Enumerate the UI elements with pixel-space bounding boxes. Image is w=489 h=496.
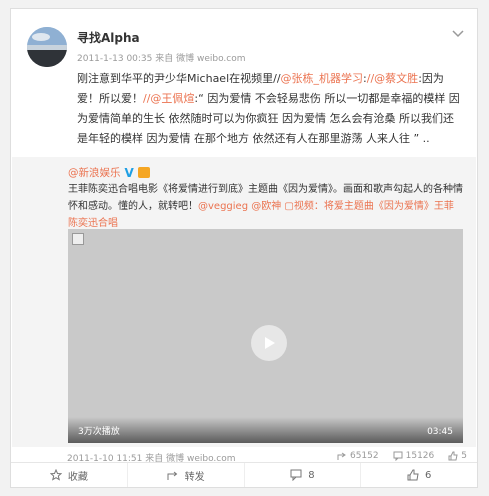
repost-count[interactable]: 65152 xyxy=(337,451,379,461)
username[interactable]: 寻找Alpha xyxy=(77,29,140,46)
star-icon xyxy=(49,469,62,481)
repost-count-value: 65152 xyxy=(349,451,379,461)
avatar[interactable] xyxy=(27,27,67,67)
content-text: 刚注意到华平的尹少华Michael在视频里// xyxy=(77,72,281,85)
repost-author: @新浪娱乐 V xyxy=(68,165,150,180)
broken-image-icon xyxy=(72,233,84,245)
repost-text: 王菲陈奕迅合唱电影《将爱情进行到底》主题曲《因为爱情》。画面和歌声勾起人的各种情… xyxy=(68,181,463,232)
weibo-post-card: 寻找Alpha 2011-1-13 00:35 来自 微博 weibo.com … xyxy=(10,8,478,488)
play-button[interactable] xyxy=(251,325,287,361)
mention-link[interactable]: @张栋_机器学习 xyxy=(281,72,364,85)
repost-stats: 65152 15126 5 xyxy=(337,451,467,461)
repost-icon xyxy=(167,471,177,480)
video-overlay-bar: 3万次播放 03:45 xyxy=(68,417,463,443)
comment-count[interactable]: 15126 xyxy=(393,451,435,461)
repost-label: 转发 xyxy=(184,471,205,483)
repost-author-name[interactable]: @新浪娱乐 xyxy=(68,165,121,180)
repost-button[interactable]: 转发 xyxy=(128,463,245,487)
comment-count-value: 15126 xyxy=(405,451,435,461)
chevron-down-icon[interactable] xyxy=(451,27,465,41)
share-icon xyxy=(337,452,346,460)
member-icon xyxy=(137,167,150,178)
play-icon xyxy=(265,337,275,349)
comment-button[interactable]: 8 xyxy=(245,463,362,487)
mention-link[interactable]: @欧神 xyxy=(251,201,281,212)
favorite-label: 收藏 xyxy=(67,471,88,483)
favorite-button[interactable]: 收藏 xyxy=(11,463,128,487)
thumbs-up-icon xyxy=(448,451,458,461)
post-timestamp-source[interactable]: 2011-1-13 00:35 来自 微博 weibo.com xyxy=(77,51,246,64)
play-count: 3万次播放 xyxy=(78,427,120,437)
thumbs-up-icon xyxy=(407,469,419,481)
reposted-content: @新浪娱乐 V 王菲陈奕迅合唱电影《将爱情进行到底》主题曲《因为爱情》。画面和歌… xyxy=(12,157,476,447)
verified-icon: V xyxy=(124,165,134,180)
like-count-label: 6 xyxy=(424,469,432,481)
comment-icon xyxy=(393,451,403,461)
video-icon: ▢ xyxy=(284,201,294,212)
mention-link[interactable]: //@蔡文胜 xyxy=(367,72,418,85)
mention-link[interactable]: //@王佩煊 xyxy=(143,92,194,105)
like-count[interactable]: 5 xyxy=(448,451,467,461)
action-bar: 收藏 转发 8 6 xyxy=(11,462,477,487)
comment-count-label: 8 xyxy=(308,469,315,481)
like-button[interactable]: 6 xyxy=(361,463,477,487)
video-player[interactable]: 3万次播放 03:45 xyxy=(68,229,463,443)
video-duration: 03:45 xyxy=(427,427,453,437)
mention-link[interactable]: @veggieg xyxy=(198,201,248,212)
post-content: 刚注意到华平的尹少华Michael在视频里//@张栋_机器学习://@蔡文胜:因… xyxy=(77,69,462,149)
comment-icon xyxy=(290,469,302,481)
like-count-value: 5 xyxy=(461,451,467,461)
